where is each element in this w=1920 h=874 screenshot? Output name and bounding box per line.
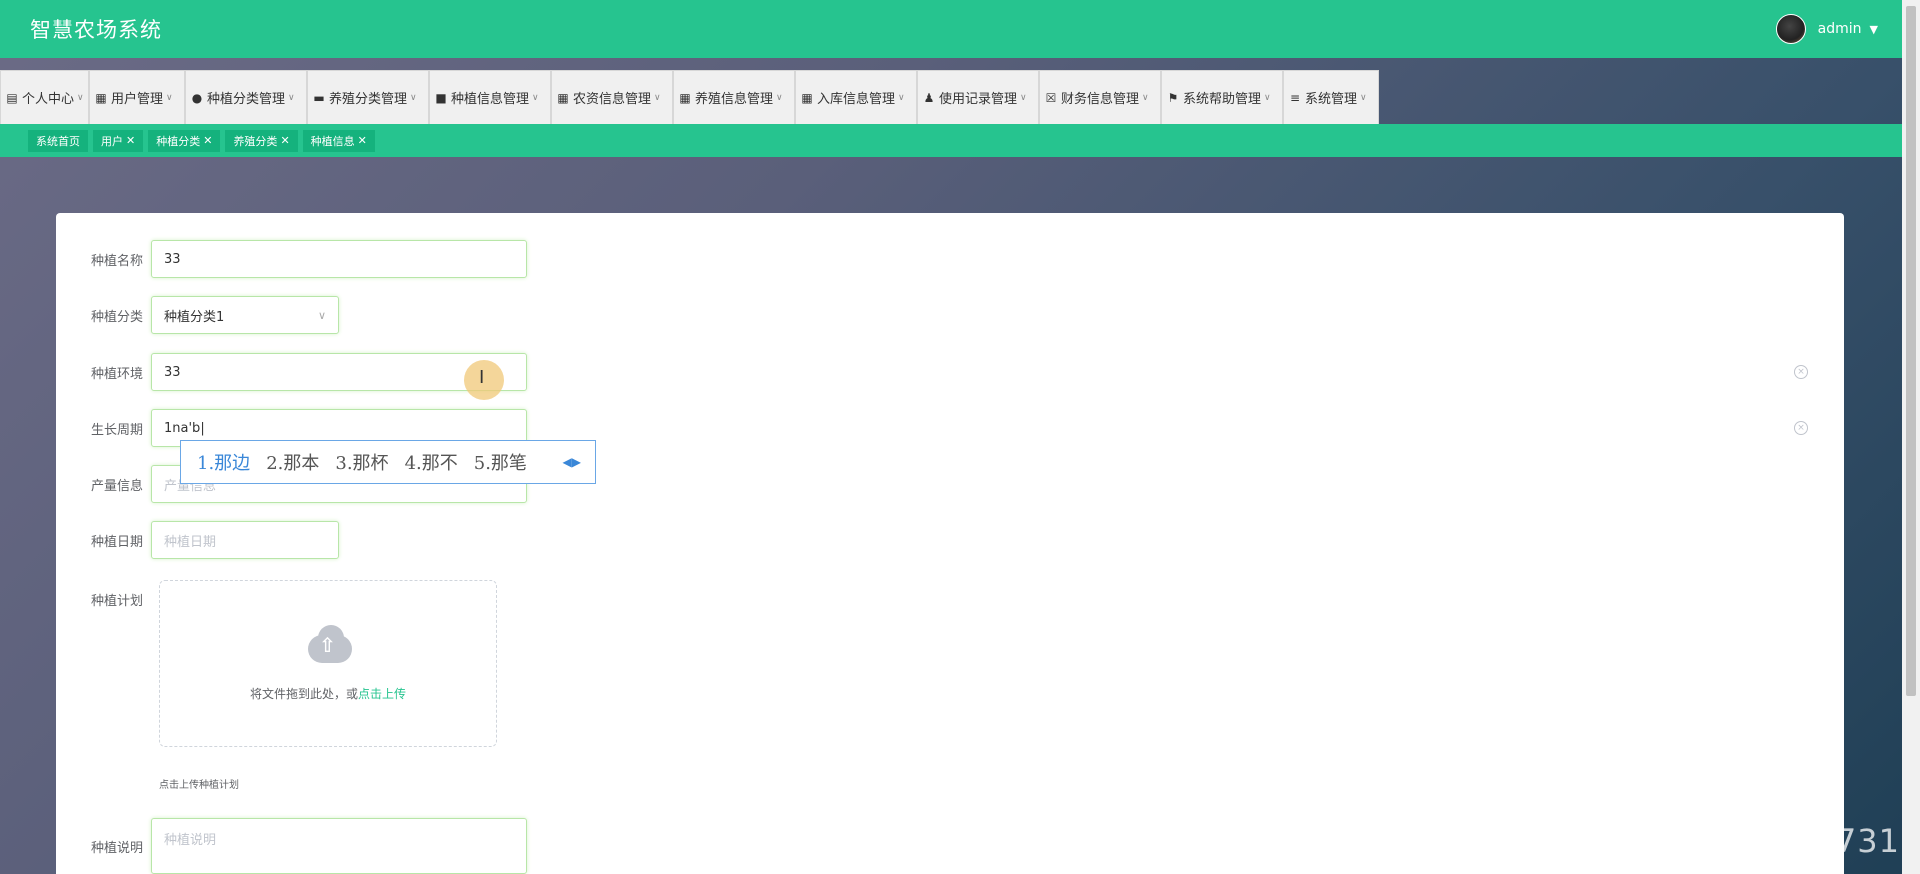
upload-link[interactable]: 点击上传	[358, 687, 406, 701]
ime-candidate[interactable]: 1.那边	[197, 449, 250, 475]
watermark: CSDN @QQ__3786649731	[1460, 822, 1900, 860]
nav-item-user-management[interactable]: ▦ 用户管理 ∨	[89, 70, 185, 124]
nav-item-breeding-info[interactable]: ▦ 养殖信息管理 ∨	[673, 70, 795, 124]
environment-label: 种植环境	[90, 366, 143, 382]
chevron-down-icon: ∨	[898, 92, 905, 103]
tab-bar: 系统首页 用户 ✕ 种植分类 ✕ 养殖分类 ✕ 种植信息 ✕	[0, 124, 1902, 157]
nav-item-usage-records[interactable]: ♟ 使用记录管理 ∨	[917, 70, 1039, 124]
ime-page-arrows-icon[interactable]: ◀▶	[563, 455, 581, 469]
form-row-description: 种植说明 种植说明	[56, 818, 527, 874]
upload-text: 将文件拖到此处，或点击上传	[249, 687, 407, 701]
nav-item-farm-supply[interactable]: ▦ 农资信息管理 ∨	[551, 70, 673, 124]
date-label: 种植日期	[90, 534, 143, 550]
form-card: 种植名称 33 种植分类 种植分类1 ∨ 种植环境 33 × 生长周期 1na'…	[56, 213, 1844, 874]
close-icon[interactable]: ✕	[126, 134, 135, 147]
nav-item-personal-center[interactable]: ▤ 个人中心 ∨	[0, 70, 89, 124]
upload-cloud-icon: ⇧	[300, 625, 356, 665]
date-input[interactable]: 种植日期	[151, 521, 339, 559]
calendar-icon: ▤	[6, 90, 18, 105]
form-row-date: 种植日期 种植日期	[56, 521, 339, 559]
monitor-icon: ■	[435, 90, 447, 105]
tab-home[interactable]: 系统首页	[28, 129, 88, 152]
name-label: 种植名称	[90, 253, 143, 269]
form-row-category: 种植分类 种植分类1 ∨	[56, 296, 339, 334]
close-icon[interactable]: ✕	[280, 134, 289, 147]
chevron-down-icon: ∨	[776, 92, 783, 103]
form-row-name: 种植名称 33	[56, 240, 527, 278]
nav-item-finance[interactable]: ☒ 财务信息管理 ∨	[1039, 70, 1161, 124]
clear-icon[interactable]: ×	[1794, 421, 1808, 435]
ime-candidate[interactable]: 5.那笔	[474, 449, 527, 475]
name-input[interactable]: 33	[151, 240, 527, 278]
category-select[interactable]: 种植分类1 ∨	[151, 296, 339, 334]
menu-icon: ≡	[1289, 90, 1301, 105]
yield-label: 产量信息	[90, 478, 143, 494]
chevron-down-icon: ∨	[1020, 92, 1027, 103]
grid-icon: ▦	[679, 90, 691, 105]
chevron-down-icon: ∨	[166, 92, 173, 103]
chevron-down-icon: ∨	[654, 92, 661, 103]
cycle-label: 生长周期	[90, 422, 143, 438]
close-icon[interactable]: ✕	[358, 134, 367, 147]
tab-user[interactable]: 用户 ✕	[93, 129, 144, 152]
page-scrollbar[interactable]	[1902, 0, 1920, 874]
chevron-down-icon: ∨	[317, 308, 326, 322]
form-row-environment: 种植环境 33 ×	[56, 353, 1844, 391]
grid-icon: ▦	[557, 90, 569, 105]
nav-item-planting-category[interactable]: ● 种植分类管理 ∨	[185, 70, 307, 124]
top-bar: 智慧农场系统 admin ▼	[0, 0, 1902, 58]
category-value: 种植分类1	[164, 309, 225, 325]
user-icon: ♟	[923, 90, 935, 105]
plan-label: 种植计划	[90, 594, 143, 609]
grid-icon: ▦	[95, 90, 107, 105]
ime-candidate[interactable]: 2.那本	[266, 449, 319, 475]
ime-candidate[interactable]: 4.那不	[405, 449, 458, 475]
app-title: 智慧农场系统	[30, 18, 162, 42]
chevron-down-icon: ∨	[1142, 92, 1149, 103]
text-cursor-icon: I	[479, 367, 485, 388]
user-menu[interactable]: admin ▼	[1775, 14, 1878, 44]
comment-icon: ▬	[313, 90, 325, 105]
tab-planting-info[interactable]: 种植信息 ✕	[302, 129, 375, 152]
nav-item-help[interactable]: ⚑ 系统帮助管理 ∨	[1161, 70, 1283, 124]
chevron-down-icon: ∨	[77, 92, 84, 103]
chevron-down-icon: ∨	[410, 92, 417, 103]
ime-candidate[interactable]: 3.那杯	[335, 449, 388, 475]
description-textarea[interactable]: 种植说明	[151, 818, 527, 874]
chevron-down-icon: ∨	[1360, 92, 1367, 103]
tab-planting-category[interactable]: 种植分类 ✕	[148, 129, 221, 152]
pin-icon: ●	[191, 90, 203, 105]
file-upload-area[interactable]: ⇧ 将文件拖到此处，或点击上传	[159, 580, 497, 747]
close-icon[interactable]: ✕	[203, 134, 212, 147]
main-nav: ▤ 个人中心 ∨ ▦ 用户管理 ∨ ● 种植分类管理 ∨ ▬ 养殖分类管理 ∨ ■ 种植…	[0, 58, 1902, 124]
tab-breeding-category[interactable]: 养殖分类 ✕	[225, 129, 298, 152]
nav-item-system[interactable]: ≡ 系统管理 ∨	[1283, 70, 1379, 124]
clear-icon[interactable]: ×	[1794, 365, 1808, 379]
form-row-plan: 种植计划	[56, 590, 151, 609]
grid-icon: ▦	[801, 90, 813, 105]
chevron-down-icon: ∨	[1264, 92, 1271, 103]
nav-item-planting-info[interactable]: ■ 种植信息管理 ∨	[429, 70, 551, 124]
upload-tip: 点击上传种植计划	[159, 780, 239, 791]
avatar[interactable]	[1775, 14, 1806, 44]
flag-icon: ⚑	[1167, 90, 1179, 105]
caret-down-icon[interactable]: ▼	[1870, 23, 1878, 36]
user-name[interactable]: admin	[1818, 21, 1862, 37]
scrollbar-thumb[interactable]	[1906, 6, 1916, 696]
category-label: 种植分类	[90, 309, 143, 325]
nav-item-warehouse[interactable]: ▦ 入库信息管理 ∨	[795, 70, 917, 124]
chevron-down-icon: ∨	[532, 92, 539, 103]
ime-candidate-window[interactable]: 1.那边 2.那本 3.那杯 4.那不 5.那笔 ◀▶	[180, 440, 596, 484]
close-box-icon: ☒	[1045, 90, 1057, 105]
chevron-down-icon: ∨	[288, 92, 295, 103]
nav-item-breeding-category[interactable]: ▬ 养殖分类管理 ∨	[307, 70, 429, 124]
description-label: 种植说明	[90, 840, 143, 856]
